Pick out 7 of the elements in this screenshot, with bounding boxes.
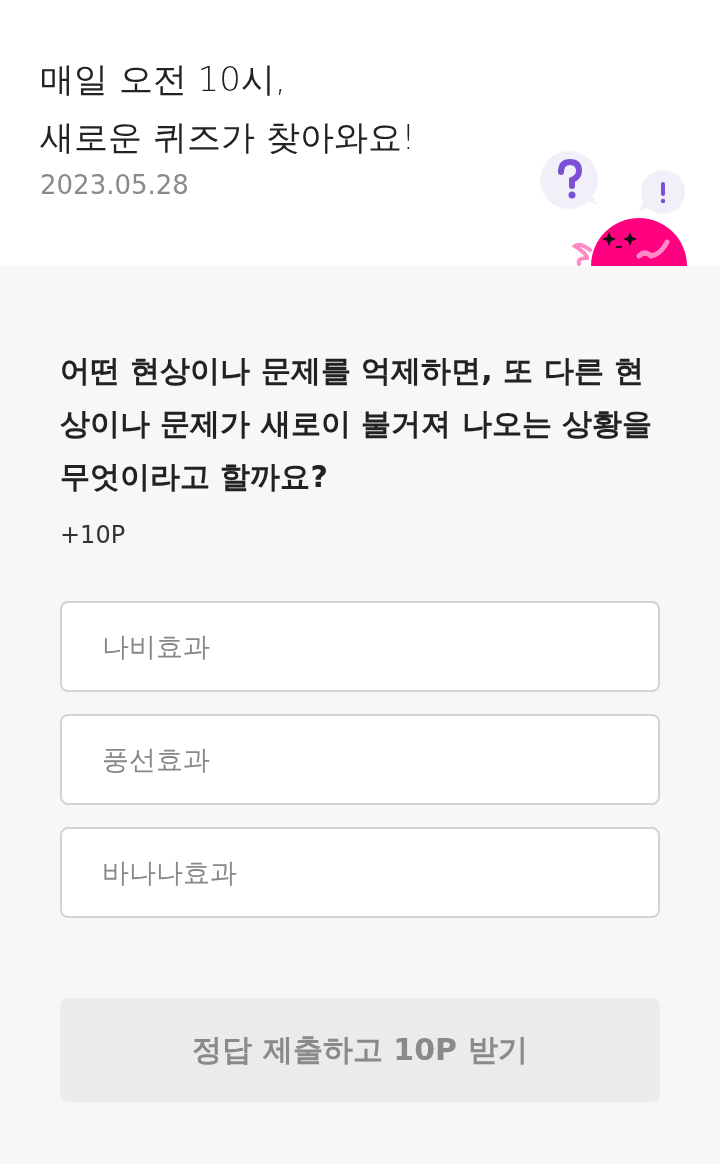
quiz-date: 2023.05.28	[40, 170, 190, 200]
page-title: 매일 오전 10시, 새로운 퀴즈가 찾아와요!	[40, 58, 417, 159]
answer-option[interactable]: 풍선효과	[60, 714, 660, 805]
answer-option[interactable]: 바나나효과	[60, 827, 660, 918]
question-text: 어떤 현상이나 문제를 억제하면, 또 다른 현상이나 문제가 새로이 불거져 나오는 상황을 무엇이라고 할까요?	[60, 352, 654, 496]
reward-points: +10P	[60, 521, 127, 549]
answer-option[interactable]: 나비효과	[60, 601, 660, 692]
